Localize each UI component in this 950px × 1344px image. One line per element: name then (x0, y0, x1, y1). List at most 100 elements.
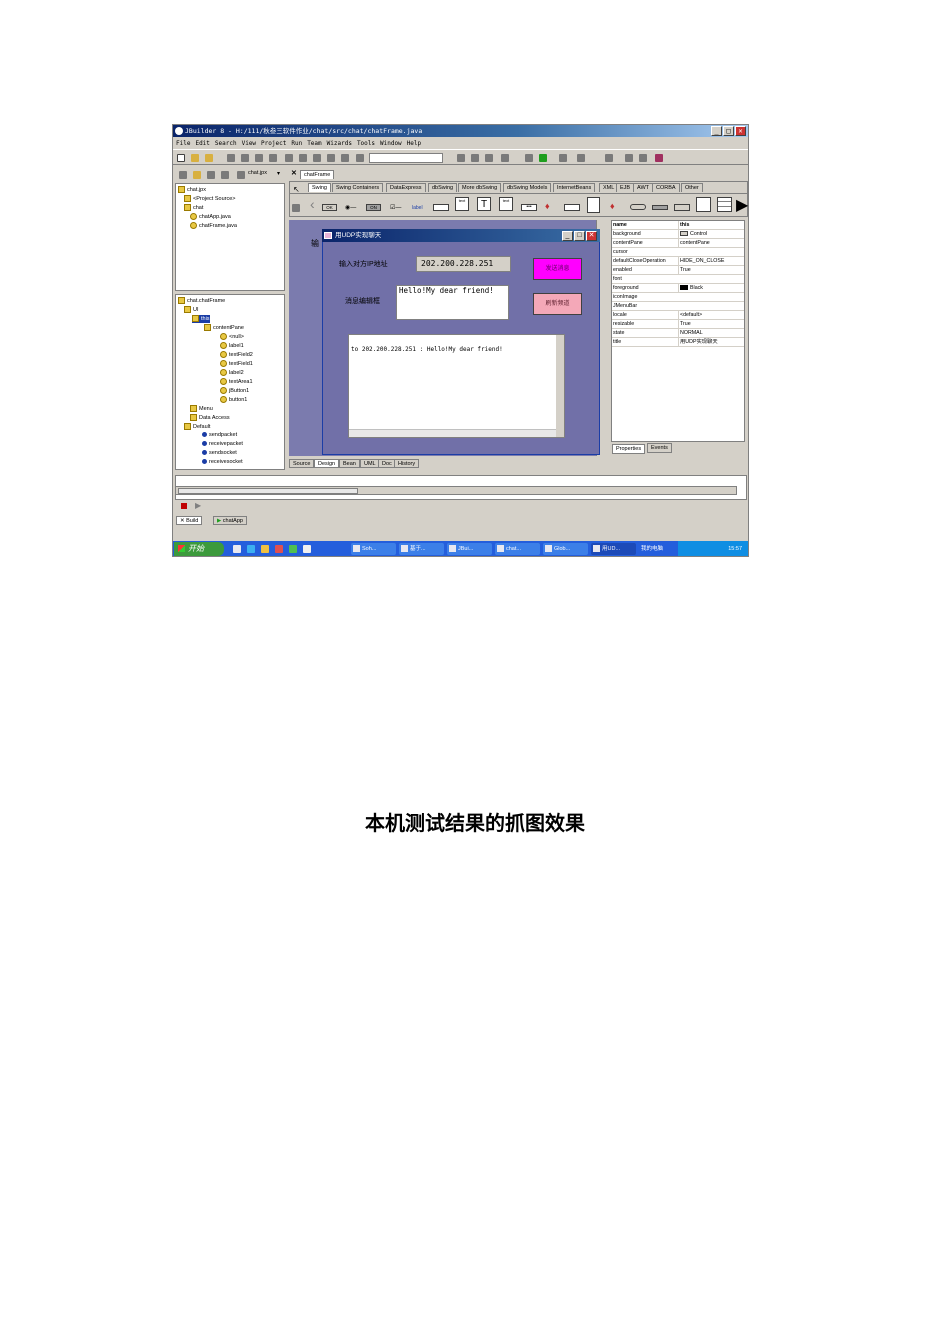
tree-chatapp-java[interactable]: chatApp.java (190, 213, 231, 221)
prop-row[interactable]: enabled True (612, 266, 744, 275)
menu-project[interactable]: Project (261, 140, 286, 147)
menu-edit[interactable]: Edit (195, 140, 209, 147)
log-vscrollbar[interactable] (556, 335, 564, 437)
tab-chatapp[interactable]: ▶ chatApp (213, 516, 247, 525)
menu-run[interactable]: Run (291, 140, 302, 147)
scroll-thumb[interactable] (178, 488, 358, 494)
jtextpane-icon[interactable]: T (477, 197, 491, 211)
message-hscrollbar[interactable] (175, 486, 737, 495)
structure-this[interactable]: this (192, 315, 210, 323)
palette-tab-dataexpress[interactable]: DataExpress (386, 183, 426, 192)
tab-build[interactable]: ✕ Build (176, 516, 203, 525)
structure-button1[interactable]: button1 (220, 396, 247, 404)
palette-tab-dbswing-models[interactable]: dbSwing Models (503, 183, 552, 192)
structure-data-access[interactable]: Data Access (190, 414, 230, 422)
jslider-icon[interactable] (630, 204, 646, 210)
quicklaunch-icon[interactable] (247, 545, 255, 553)
start-button[interactable]: 开始 (174, 542, 224, 556)
jtextfield-icon[interactable] (433, 204, 449, 211)
palette-tab-awt[interactable]: AWT (633, 183, 654, 192)
browse-symbol-icon[interactable] (485, 154, 493, 162)
log-hscrollbar[interactable] (349, 429, 556, 437)
jeditorpane-icon[interactable]: text (499, 197, 513, 211)
palette-tab-swing[interactable]: Swing (308, 183, 331, 192)
palette-tab-more-dbswing[interactable]: More dbSwing (458, 183, 502, 192)
search-combo[interactable] (369, 153, 443, 163)
scroll-left-icon[interactable]: ‹ (310, 196, 315, 212)
palette-tab-dbswing[interactable]: dbSwing (428, 183, 458, 192)
chat-log-area[interactable]: to 202.200.228.251 : Hello!My dear frien… (348, 334, 565, 438)
copy-icon[interactable] (313, 154, 321, 162)
refresh-icon[interactable] (221, 171, 229, 179)
back-icon[interactable] (625, 154, 633, 162)
structure-contentpane[interactable]: contentPane (204, 324, 244, 332)
jcombobox-icon[interactable] (564, 204, 580, 211)
task-button-active[interactable]: 用UD... (591, 543, 636, 555)
jradiobutton-icon[interactable]: ◉— (345, 204, 356, 211)
close-file-icon[interactable] (227, 154, 235, 162)
jlabel-icon[interactable]: label (412, 205, 423, 211)
structure-label1[interactable]: label1 (220, 342, 244, 350)
menu-search[interactable]: Search (215, 140, 237, 147)
prop-row[interactable]: background Control (612, 230, 744, 239)
task-button[interactable]: 基于... (399, 543, 444, 555)
quicklaunch-icon[interactable] (261, 545, 269, 553)
task-button[interactable]: Soh... (351, 543, 396, 555)
jtextarea-icon[interactable]: text (455, 197, 469, 211)
prop-row[interactable]: title 用UDP实现聊天 (612, 338, 744, 347)
save-all-icon[interactable] (255, 154, 263, 162)
jtogglebutton-icon[interactable]: ON (366, 204, 381, 211)
search-next-icon[interactable] (457, 154, 465, 162)
structure-textfield1[interactable]: textField1 (220, 360, 253, 368)
structure-receivesocket[interactable]: receivesocket (202, 459, 243, 466)
ip-address-field[interactable]: 202.200.228.251 (416, 256, 511, 272)
tree-chat-package[interactable]: chat (184, 204, 203, 212)
project-combo[interactable]: chat.jpx (248, 170, 267, 176)
menu-window[interactable]: Window (380, 140, 402, 147)
find-icon[interactable] (356, 154, 364, 162)
app-minimize-button[interactable]: _ (562, 231, 573, 241)
palette-tab-ejb[interactable]: EJB (616, 183, 635, 192)
stop-icon[interactable] (181, 503, 187, 509)
undo-icon[interactable] (285, 154, 293, 162)
prop-row[interactable]: contentPane contentPane (612, 239, 744, 248)
bean-chooser-icon[interactable] (292, 204, 300, 212)
tree-chat-jpx[interactable]: chat.jpx (178, 186, 206, 194)
tab-uml[interactable]: UML (360, 459, 380, 468)
debug-icon[interactable] (559, 154, 567, 162)
clock[interactable]: 15:57 (728, 541, 742, 556)
structure-textarea1[interactable]: textArea1 (220, 378, 253, 386)
structure-receivepacket[interactable]: receivepacket (202, 441, 243, 448)
jlist-icon[interactable] (587, 197, 600, 213)
menu-help[interactable]: Help (407, 140, 421, 147)
structure-root[interactable]: chat.chatFrame (178, 297, 225, 305)
open-folder-icon[interactable] (191, 154, 199, 162)
project-icon[interactable] (179, 171, 187, 179)
jscrollbar-icon[interactable]: ♦ (610, 201, 615, 211)
optimize-icon[interactable] (577, 154, 585, 162)
quicklaunch-icon[interactable] (303, 545, 311, 553)
prop-row[interactable]: state NORMAL (612, 329, 744, 338)
menu-tools[interactable]: Tools (357, 140, 375, 147)
jbutton-icon[interactable]: OK (322, 204, 337, 211)
rebuild-icon[interactable] (525, 154, 533, 162)
jpasswordfield-icon[interactable]: ••• (521, 204, 537, 211)
tree-chatframe-java[interactable]: chatFrame.java (190, 222, 237, 230)
app-close-button[interactable]: ✕ (586, 231, 597, 241)
quicklaunch-icon[interactable] (289, 545, 297, 553)
minimize-button[interactable]: _ (711, 126, 722, 136)
tree-project-source[interactable]: <Project Source> (184, 195, 236, 203)
history-icon[interactable] (605, 154, 613, 162)
task-button[interactable]: JBui... (447, 543, 492, 555)
quicklaunch-icon[interactable] (275, 545, 283, 553)
message-edit-box[interactable]: Hello!My dear friend! (396, 285, 509, 320)
structure-textfield2[interactable]: textField2 (220, 351, 253, 359)
prop-row[interactable]: iconImage (612, 293, 744, 302)
tab-properties[interactable]: Properties (612, 444, 646, 454)
chevron-down-icon[interactable]: ▾ (277, 170, 280, 177)
quicklaunch-icon[interactable] (233, 545, 241, 553)
redo-icon[interactable] (299, 154, 307, 162)
paste-icon[interactable] (327, 154, 335, 162)
structure-ui[interactable]: UI (184, 306, 199, 314)
add-files-icon[interactable] (193, 171, 201, 179)
